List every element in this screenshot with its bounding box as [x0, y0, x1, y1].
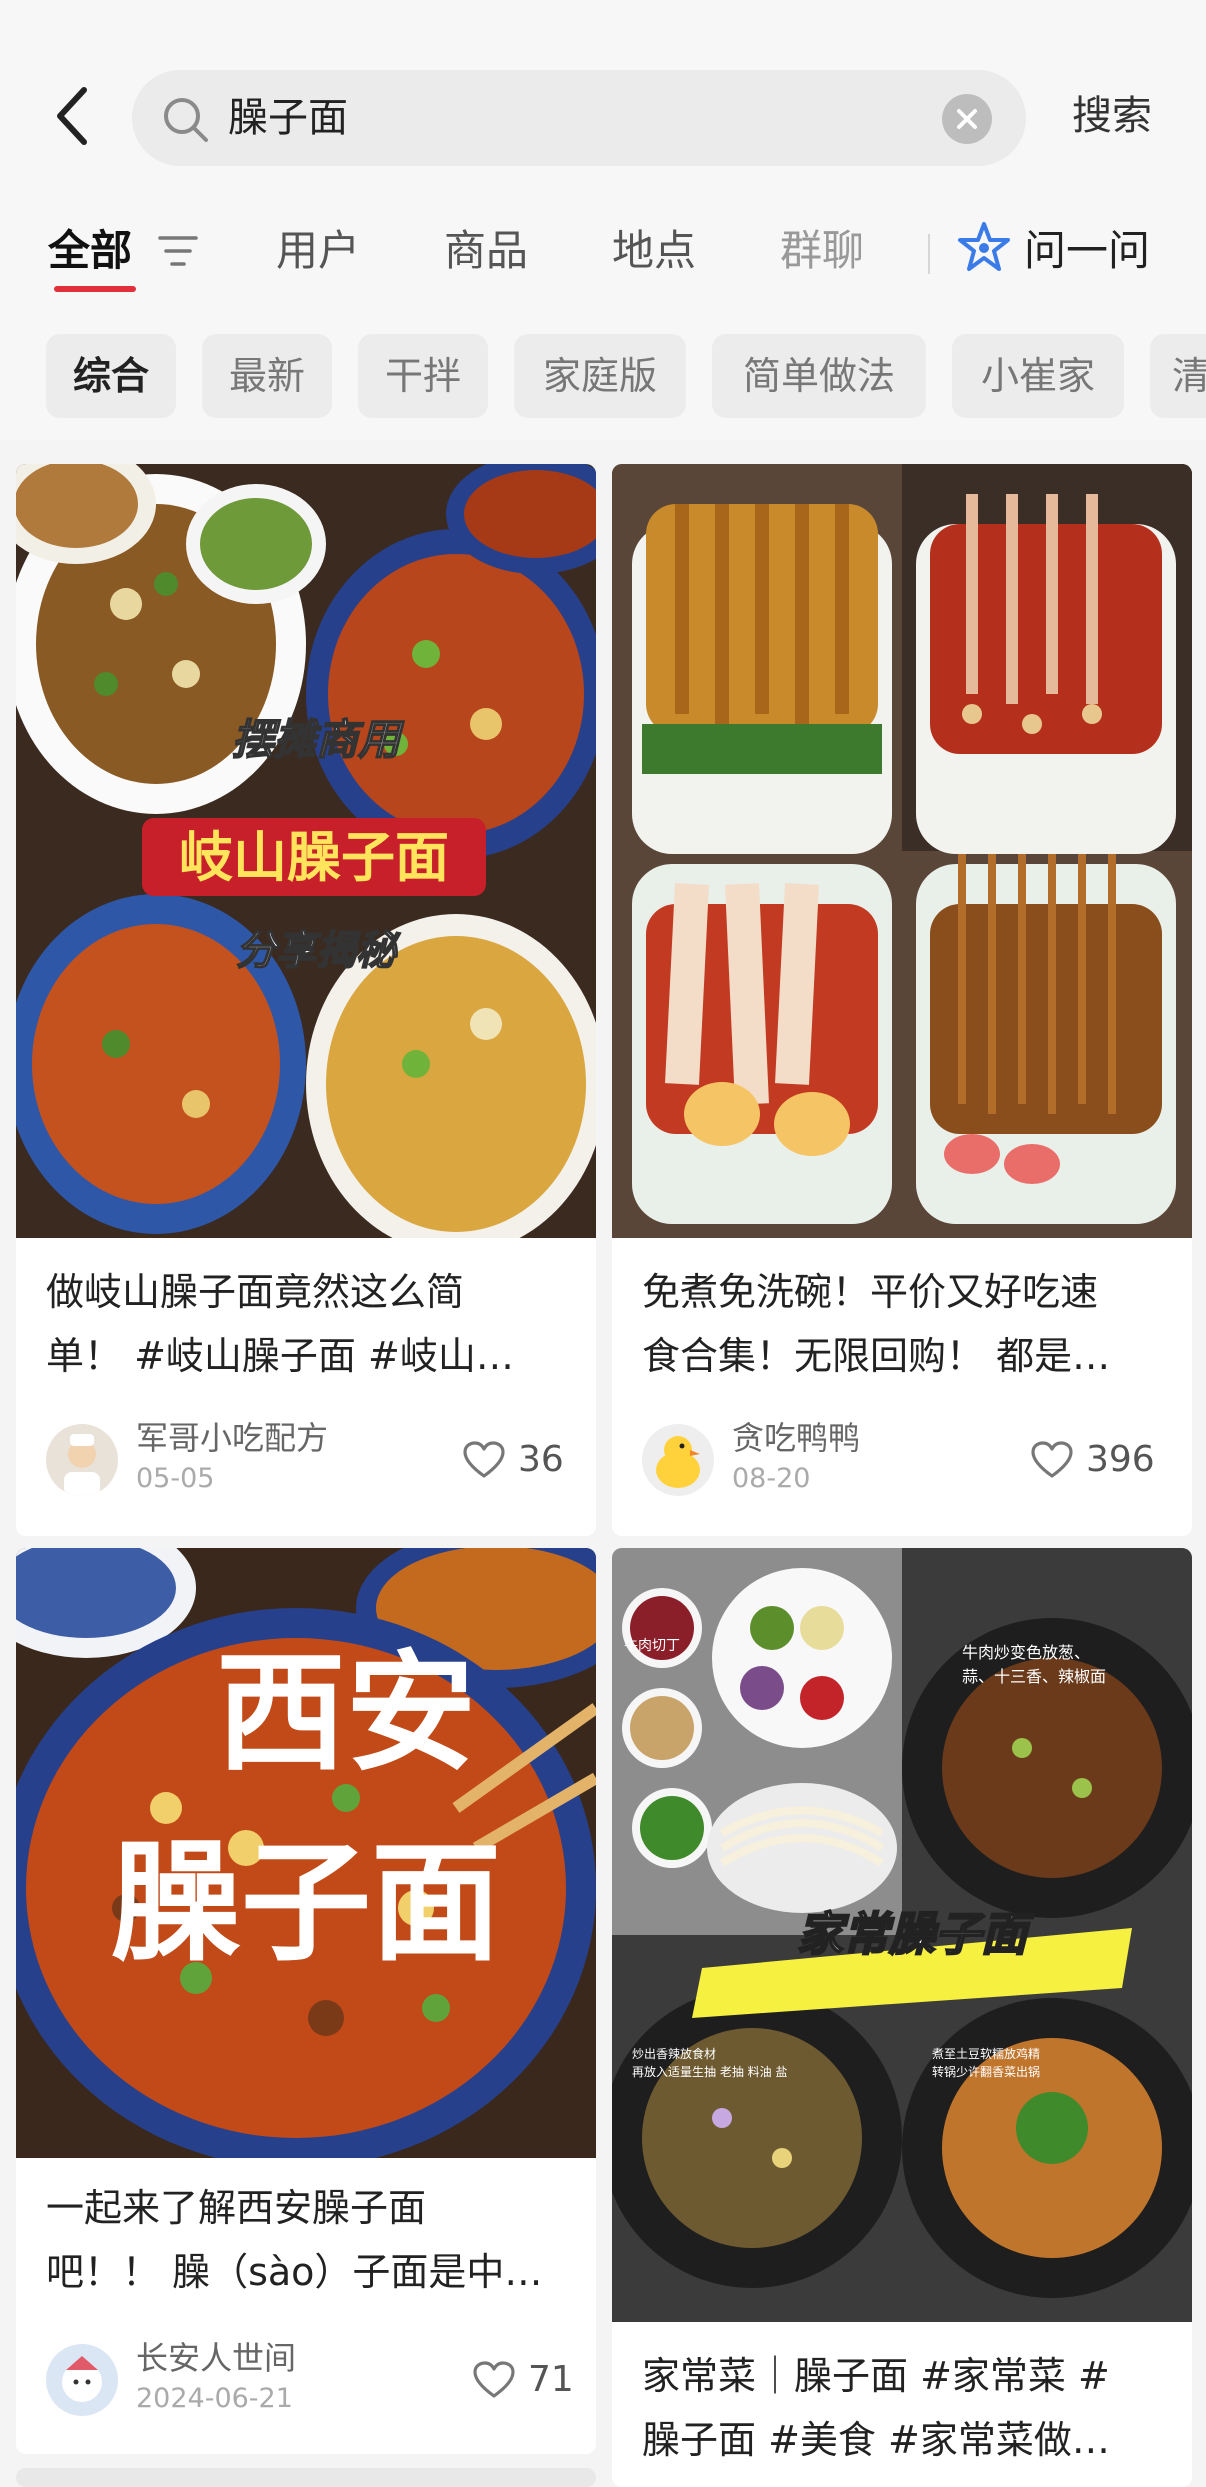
- tab-divider: [928, 234, 930, 274]
- note-card[interactable]: 免煮免洗碗！平价又好吃速 食合集！无限回购！ 都是… 贪吃鸭鸭 08-20 39…: [612, 464, 1192, 1536]
- avatar[interactable]: [642, 1424, 714, 1496]
- cover-text-7: 煮至土豆软糯放鸡精: [932, 2046, 1040, 2061]
- note-title[interactable]: 免煮免洗碗！平价又好吃速 食合集！无限回购！ 都是…: [642, 1260, 1166, 1388]
- note-title[interactable]: 家常菜｜臊子面 #家常菜 # 臊子面 #美食 #家常菜做…: [642, 2344, 1166, 2472]
- clear-search-icon[interactable]: [942, 94, 992, 144]
- note-card[interactable]: [16, 2468, 596, 2487]
- chip-comprehensive[interactable]: 综合: [46, 334, 176, 418]
- author-name[interactable]: 军哥小吃配方: [136, 1418, 328, 1458]
- cover-text-1: 家常臊子面: [797, 1907, 1035, 1961]
- cover-text-2: 岐山臊子面: [179, 826, 449, 889]
- tab-products[interactable]: 商品: [444, 222, 528, 280]
- cover-text-1: 西安: [216, 1636, 476, 1789]
- category-tabs: 全部 用户 商品 地点 群聊 问一问: [0, 200, 1206, 310]
- search-query-text[interactable]: 臊子面: [228, 92, 348, 144]
- author-name[interactable]: 长安人世间: [136, 2338, 296, 2378]
- tab-all[interactable]: 全部: [48, 222, 132, 280]
- search-button[interactable]: 搜索: [1072, 88, 1152, 144]
- like-heart-icon[interactable]: [1030, 1440, 1074, 1480]
- search-icon: [164, 98, 208, 142]
- like-count: 71: [528, 2359, 574, 2400]
- cover-text-2: 臊子面: [111, 1826, 501, 1979]
- post-date: 08-20: [732, 1463, 811, 1494]
- chip-dry-mixed[interactable]: 干拌: [358, 334, 488, 418]
- cover-text-8: 转锅少许翻香菜出锅: [932, 2064, 1040, 2079]
- note-title[interactable]: 做岐山臊子面竟然这么简 单！ #岐山臊子面 #岐山…: [46, 1260, 570, 1388]
- chip-xiaocui[interactable]: 小崔家: [952, 334, 1124, 418]
- tab-ask[interactable]: 问一问: [1024, 222, 1150, 280]
- back-arrow-icon[interactable]: [48, 84, 100, 148]
- like-count: 396: [1086, 1439, 1155, 1480]
- like-heart-icon[interactable]: [472, 2360, 516, 2400]
- like-count: 36: [518, 1439, 564, 1480]
- cover-text-3: 分享揭秘: [236, 928, 401, 974]
- filter-icon[interactable]: [156, 232, 200, 270]
- note-cover-image[interactable]: 家常臊子面 牛肉切丁 牛肉炒变色放葱、 蒜、十三香、辣椒面 炒出香辣放食材 再放…: [612, 1548, 1192, 2322]
- chip-more[interactable]: 清: [1150, 334, 1206, 418]
- cover-text-6: 再放入适量生抽 老抽 料油 盐: [632, 2064, 787, 2079]
- tab-group-chats[interactable]: 群聊: [780, 222, 864, 280]
- chip-latest[interactable]: 最新: [202, 334, 332, 418]
- filter-chips: 综合 最新 干拌 家庭版 简单做法 小崔家 清: [0, 310, 1206, 440]
- cover-text-4: 蒜、十三香、辣椒面: [962, 1667, 1106, 1686]
- avatar[interactable]: [46, 2344, 118, 2416]
- note-card[interactable]: 西安 臊子面 一起来了解西安臊子面 吧！！ 臊（sào）子面是中… 长安人世间 …: [16, 1548, 596, 2454]
- note-cover-image[interactable]: 摆摊商用 岐山臊子面 分享揭秘: [16, 464, 596, 1238]
- cover-text-1: 摆摊商用: [232, 715, 405, 764]
- ask-star-icon[interactable]: [956, 220, 1012, 276]
- search-input[interactable]: 臊子面: [132, 70, 1026, 166]
- note-card[interactable]: 家常臊子面 牛肉切丁 牛肉炒变色放葱、 蒜、十三香、辣椒面 炒出香辣放食材 再放…: [612, 1548, 1192, 2487]
- note-cover-image[interactable]: 西安 臊子面: [16, 1548, 596, 2158]
- avatar[interactable]: [46, 1424, 118, 1496]
- chip-simple-method[interactable]: 简单做法: [712, 334, 926, 418]
- cover-text-2: 牛肉切丁: [624, 1638, 680, 1654]
- note-title[interactable]: 一起来了解西安臊子面 吧！！ 臊（sào）子面是中…: [46, 2176, 570, 2304]
- active-tab-indicator: [54, 286, 136, 292]
- chip-home-version[interactable]: 家庭版: [514, 334, 686, 418]
- like-heart-icon[interactable]: [462, 1440, 506, 1480]
- tab-places[interactable]: 地点: [612, 222, 696, 280]
- post-date: 2024-06-21: [136, 2383, 293, 2414]
- top-bar: 臊子面 搜索: [0, 0, 1206, 200]
- cover-text-3: 牛肉炒变色放葱、: [962, 1643, 1090, 1662]
- note-cover-image[interactable]: [612, 464, 1192, 1238]
- author-name[interactable]: 贪吃鸭鸭: [732, 1418, 860, 1458]
- note-card[interactable]: 摆摊商用 岐山臊子面 分享揭秘 做岐山臊子面竟然这么简 单！ #岐山臊子面 #岐…: [16, 464, 596, 1536]
- cover-text-5: 炒出香辣放食材: [632, 2046, 716, 2061]
- tab-users[interactable]: 用户: [276, 222, 360, 280]
- post-date: 05-05: [136, 1463, 215, 1494]
